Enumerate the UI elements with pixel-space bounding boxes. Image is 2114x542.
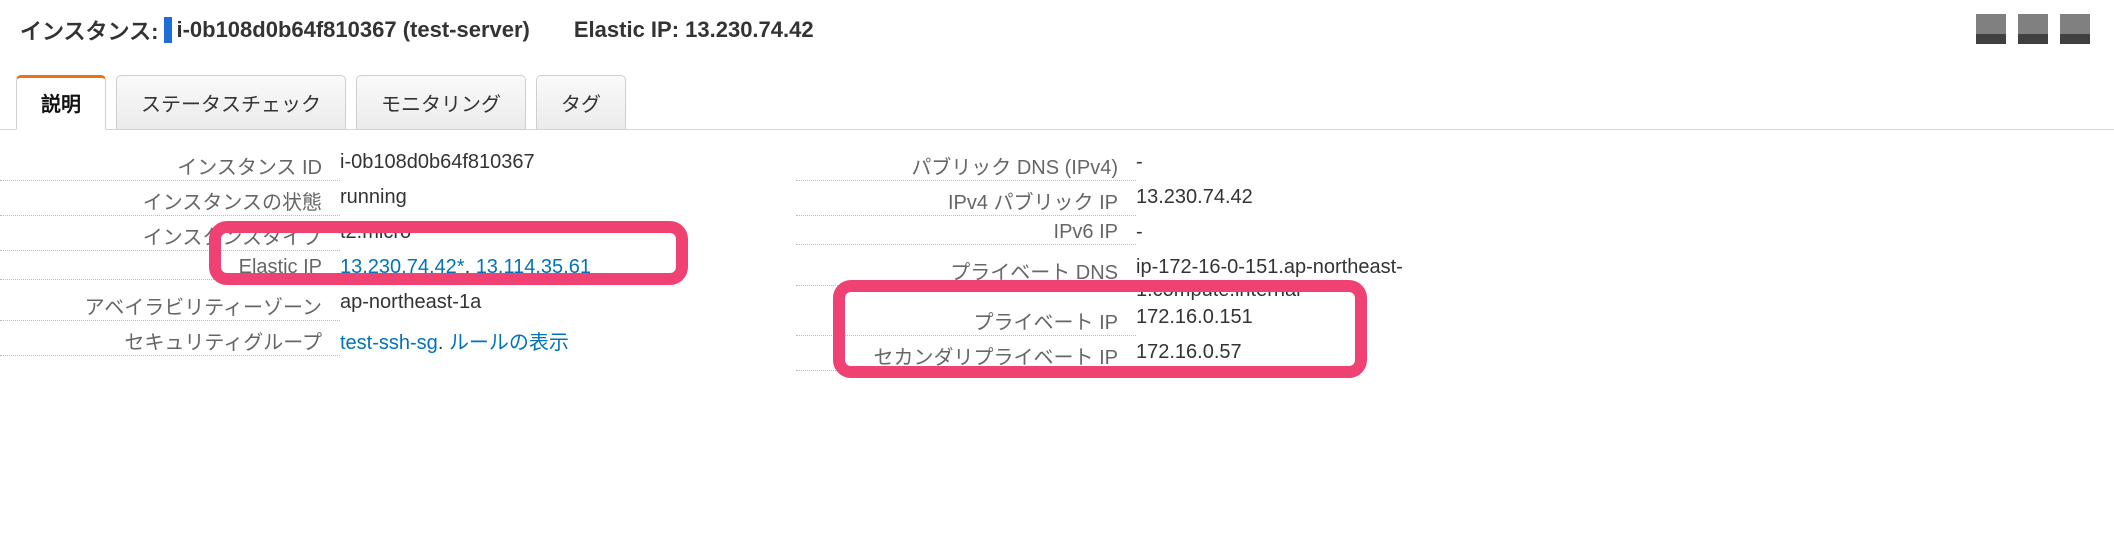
header-bar: インスタンス: i-0b108d0b64f810367 (test-server… <box>0 0 2114 52</box>
security-group-dot: . <box>438 332 449 354</box>
availability-zone-value: ap-northeast-1a <box>340 289 481 314</box>
security-group-link[interactable]: test-ssh-sg <box>340 332 438 354</box>
layout-small-icon[interactable] <box>1976 14 2006 44</box>
ipv4-public-ip-value[interactable]: 13.230.74.42 <box>1136 184 1253 209</box>
instance-label: インスタンス: <box>20 14 158 46</box>
instance-state-label: インスタンスの状態 <box>0 184 340 216</box>
header-elastic-ip: Elastic IP: 13.230.74.42 <box>574 17 814 43</box>
tab-monitoring[interactable]: モニタリング <box>356 75 526 130</box>
tab-status-checks[interactable]: ステータスチェック <box>116 75 346 130</box>
tab-tags[interactable]: タグ <box>536 75 626 130</box>
public-dns-value: - <box>1136 149 1143 174</box>
instance-id-label: インスタンス ID <box>0 149 340 181</box>
tab-description[interactable]: 説明 <box>16 75 106 130</box>
elastic-ip-link-2[interactable]: 13.114.35.61 <box>476 256 591 278</box>
details-right-column: パブリック DNS (IPv4) - IPv4 パブリック IP 13.230.… <box>796 148 1556 373</box>
instance-id-name: i-0b108d0b64f810367 (test-server) <box>176 17 529 43</box>
elastic-ip-label: Elastic IP <box>0 254 340 280</box>
panel-layout-actions <box>1976 14 2090 44</box>
content: インスタンス ID i-0b108d0b64f810367 インスタンスの状態 … <box>0 130 2114 373</box>
private-dns-label: プライベート DNS <box>796 254 1136 286</box>
tabs: 説明 ステータスチェック モニタリング タグ <box>0 74 2114 130</box>
instance-state-value: running <box>340 184 407 209</box>
layout-medium-icon[interactable] <box>2018 14 2048 44</box>
ipv4-public-ip-label: IPv4 パブリック IP <box>796 184 1136 216</box>
layout-large-icon[interactable] <box>2060 14 2090 44</box>
instance-type-label: インスタンスタイプ <box>0 219 340 251</box>
availability-zone-label: アベイラビリティーゾーン <box>0 289 340 321</box>
instance-type-value: t2.micro <box>340 219 411 244</box>
secondary-private-ip-label: セカンダリプライベート IP <box>796 339 1136 371</box>
ipv6-ip-label: IPv6 IP <box>796 219 1136 245</box>
public-dns-label: パブリック DNS (IPv4) <box>796 149 1136 181</box>
view-rules-link[interactable]: ルールの表示 <box>449 332 569 354</box>
secondary-private-ip-value: 172.16.0.57 <box>1136 339 1242 364</box>
security-group-value: test-ssh-sg. ルールの表示 <box>340 324 569 355</box>
security-group-label: セキュリティグループ <box>0 324 340 356</box>
instance-id-value: i-0b108d0b64f810367 <box>340 149 535 174</box>
ipv6-ip-value: - <box>1136 219 1143 244</box>
private-ip-value: 172.16.0.151 <box>1136 304 1253 329</box>
elastic-ip-value: 13.230.74.42*, 13.114.35.61 <box>340 254 591 279</box>
private-dns-value: ip-172-16-0-151.ap-northeast-1.compute.i… <box>1136 254 1536 302</box>
private-ip-label: プライベート IP <box>796 304 1136 336</box>
selection-indicator-icon <box>164 17 172 43</box>
elastic-ip-link-1[interactable]: 13.230.74.42* <box>340 256 465 278</box>
elastic-ip-separator: , <box>465 256 476 278</box>
details-left-column: インスタンス ID i-0b108d0b64f810367 インスタンスの状態 … <box>0 148 760 373</box>
